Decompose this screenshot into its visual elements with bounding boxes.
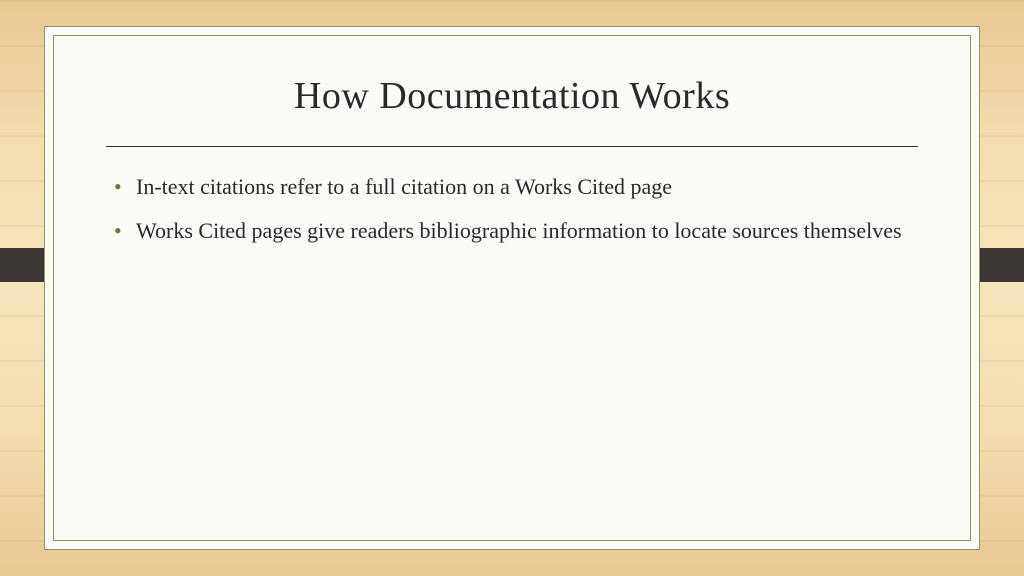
slide-frame-inner: How Documentation Works In-text citation…	[53, 35, 971, 541]
slide-title: How Documentation Works	[106, 74, 918, 118]
bullet-list: In-text citations refer to a full citati…	[106, 171, 918, 247]
bullet-item: Works Cited pages give readers bibliogra…	[114, 215, 918, 247]
slide-frame-outer: How Documentation Works In-text citation…	[44, 26, 980, 550]
ribbon-decoration-right	[974, 248, 1024, 282]
bullet-item: In-text citations refer to a full citati…	[114, 171, 918, 203]
ribbon-decoration-left	[0, 248, 50, 282]
title-divider	[106, 146, 918, 147]
